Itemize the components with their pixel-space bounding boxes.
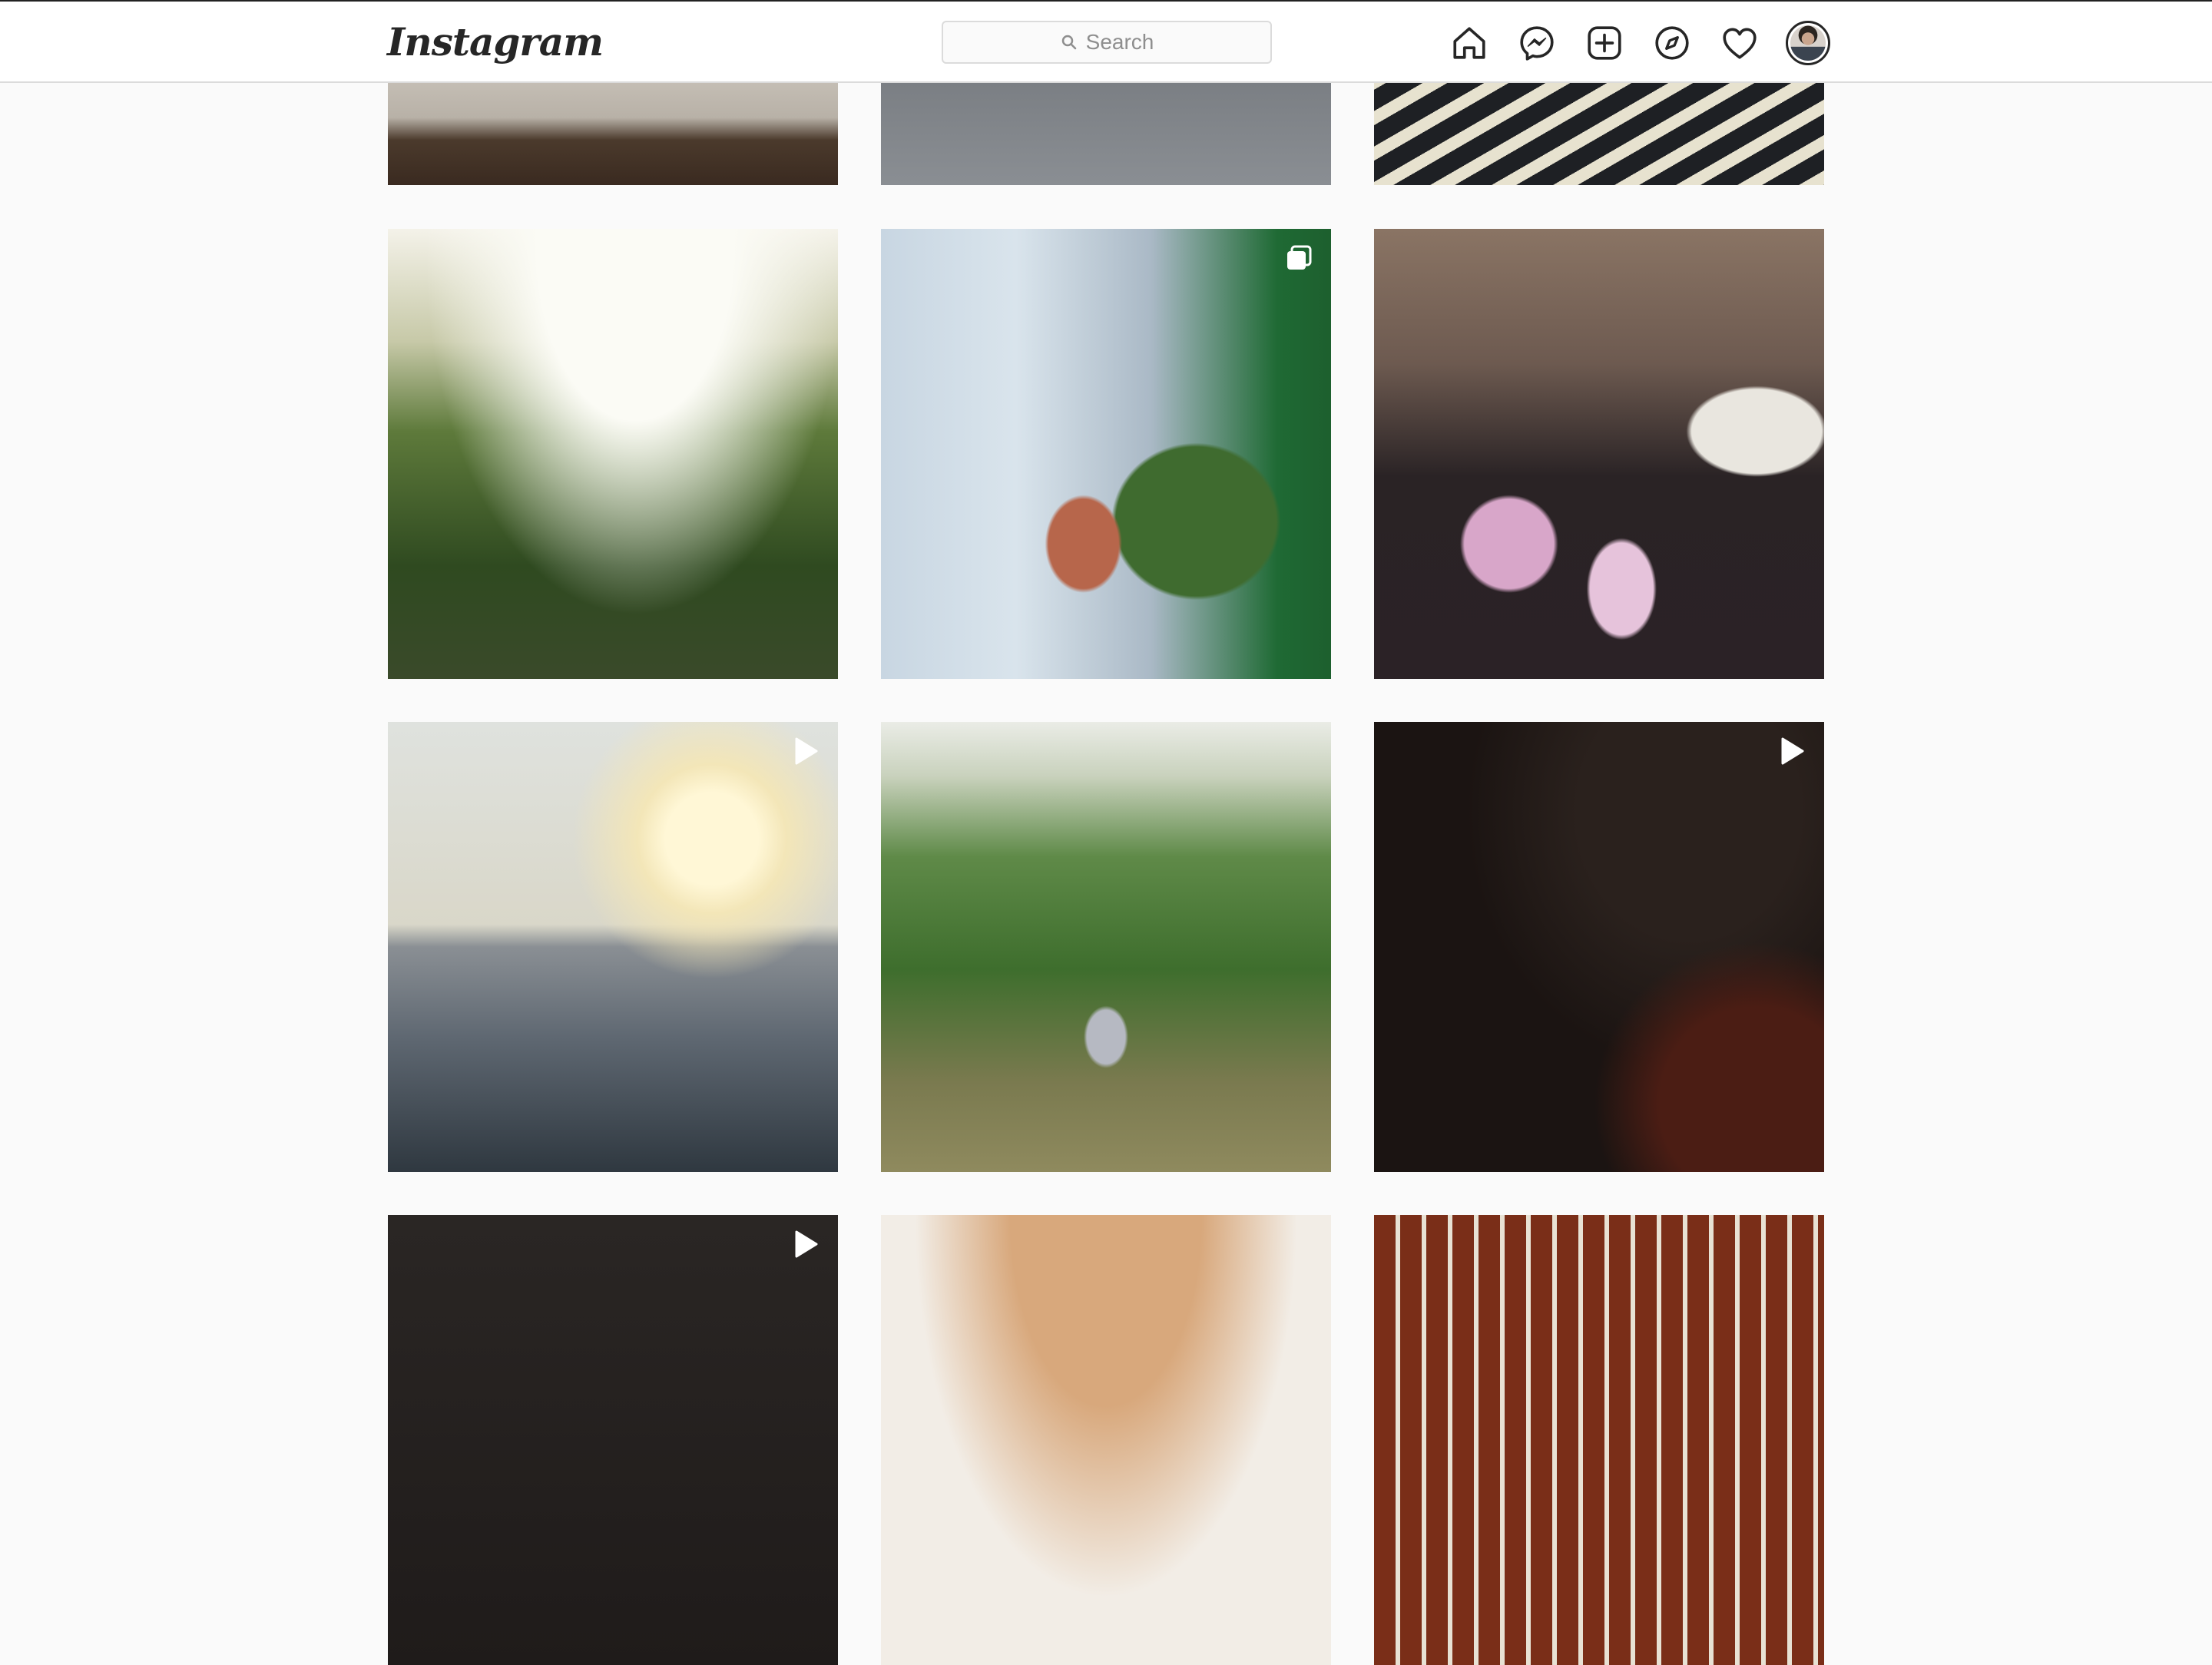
messenger-icon[interactable] (1517, 23, 1557, 63)
explore-compass-icon[interactable] (1652, 23, 1692, 63)
video-play-icon (1777, 736, 1807, 766)
avatar (1790, 25, 1826, 61)
post-thumbnail[interactable] (881, 722, 1331, 1172)
post-thumbnail[interactable] (881, 229, 1331, 679)
activity-heart-icon[interactable] (1720, 23, 1760, 63)
post-thumbnail[interactable] (881, 1215, 1331, 1665)
video-play-icon (790, 736, 821, 766)
video-play-icon (790, 1229, 821, 1260)
carousel-icon (1283, 243, 1314, 273)
photo-grid (0, 0, 2212, 1665)
search-icon (1061, 35, 1076, 50)
post-thumbnail[interactable] (388, 1215, 838, 1665)
post-thumbnail[interactable] (388, 722, 838, 1172)
search-placeholder: Search (1085, 30, 1154, 54)
post-thumbnail[interactable] (388, 229, 838, 679)
instagram-logo[interactable]: Instagram (387, 15, 604, 69)
new-post-icon[interactable] (1584, 23, 1624, 63)
profile-avatar[interactable] (1786, 21, 1830, 65)
post-thumbnail[interactable] (1374, 1215, 1824, 1665)
home-icon[interactable] (1449, 23, 1489, 63)
search-input[interactable]: Search (942, 21, 1272, 64)
top-navigation-bar: Instagram Search (0, 0, 2212, 83)
post-thumbnail[interactable] (1374, 722, 1824, 1172)
post-thumbnail[interactable] (1374, 229, 1824, 679)
